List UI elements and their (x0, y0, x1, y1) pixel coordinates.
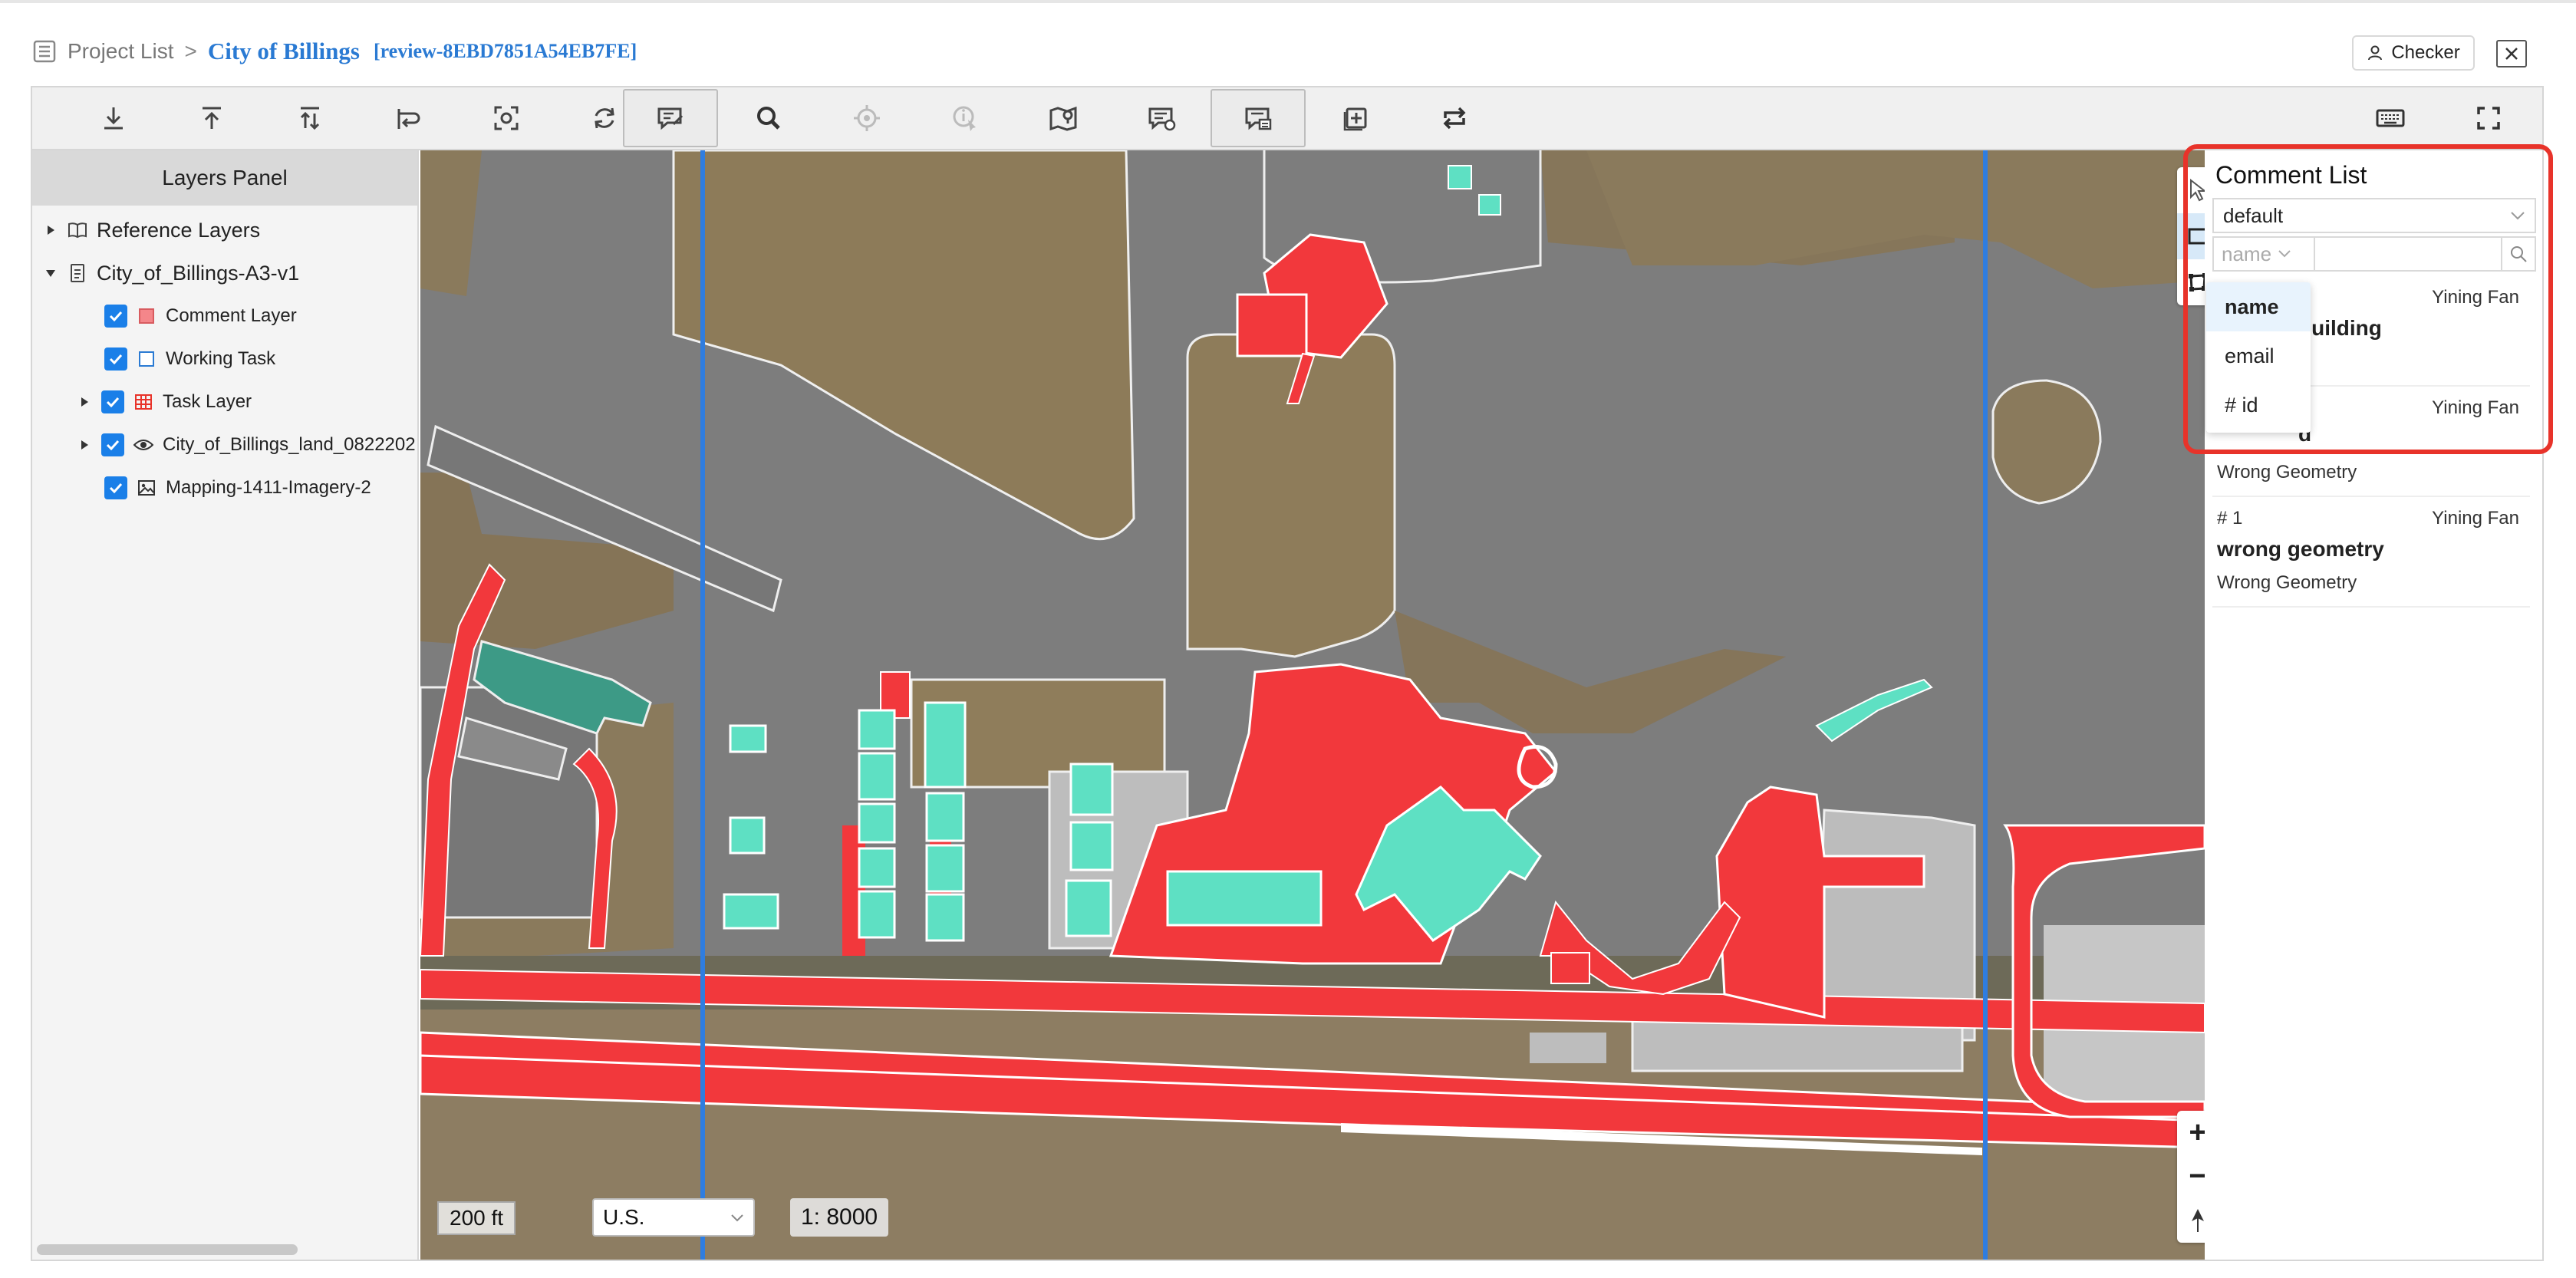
layer-imagery[interactable]: Mapping-1411-Imagery-2 (104, 469, 371, 506)
redirect-icon (397, 109, 420, 129)
focus-capture-icon (494, 106, 519, 130)
units-value: U.S. (603, 1205, 645, 1229)
layer-task[interactable]: Task Layer (77, 384, 252, 420)
close-button[interactable] (2496, 40, 2527, 68)
comment-list-button[interactable] (1114, 89, 1209, 147)
edit-comment-button[interactable] (623, 89, 718, 147)
layer-comment[interactable]: Comment Layer (104, 298, 297, 334)
layer-label: City_of_Billings_land_0822202 (163, 434, 416, 455)
comment-card[interactable]: # 1 Yining Fan wrong geometry Wrong Geom… (2212, 499, 2530, 608)
search-icon (757, 107, 780, 130)
layer-label: Mapping-1411-Imagery-2 (166, 477, 371, 498)
units-select[interactable]: U.S. (592, 1198, 755, 1237)
breadcrumb-separator: > (184, 39, 197, 63)
download-icon (104, 107, 123, 130)
merge-upload-icon (300, 107, 320, 130)
comment-type: Wrong Geometry (2217, 462, 2357, 483)
layer-checkbox[interactable] (101, 433, 124, 456)
image-icon (137, 478, 156, 498)
map-marker-button[interactable] (1016, 89, 1111, 147)
layers-panel-title: Layers Panel (32, 150, 417, 206)
layers-panel-scrollbar[interactable] (37, 1244, 298, 1255)
layer-group-city[interactable]: City_of_Billings-A3-v1 (43, 255, 299, 292)
keyboard-icon (2376, 109, 2405, 127)
layer-checkbox[interactable] (104, 305, 127, 328)
zoom-in-button[interactable]: + (2177, 1111, 2205, 1154)
upload-icon (203, 107, 221, 129)
scale-ratio: 1: 8000 (790, 1198, 889, 1237)
checker-label: Checker (2391, 42, 2460, 63)
refresh-icon (595, 107, 614, 129)
comment-id: # 1 (2217, 508, 2243, 529)
caret-right-icon[interactable] (77, 437, 92, 453)
upload-button[interactable] (164, 89, 259, 147)
window-top-border (0, 0, 2576, 3)
locate-button[interactable] (819, 89, 914, 147)
breadcrumb: Project List > City of Billings [review-… (32, 31, 637, 72)
zoom-out-button[interactable]: − (2177, 1154, 2205, 1198)
user-icon (2368, 45, 2383, 61)
layer-label: Task Layer (163, 391, 252, 412)
caret-right-icon[interactable] (77, 394, 92, 410)
comment-type: Wrong Geometry (2217, 572, 2357, 593)
layer-checkbox[interactable] (101, 390, 124, 413)
compass-button[interactable] (2177, 1198, 2205, 1242)
add-layer-icon (1343, 107, 1367, 131)
layer-city-land[interactable]: City_of_Billings_land_0822202 (77, 427, 416, 463)
fullscreen-button[interactable] (2441, 89, 2536, 147)
swap-button[interactable] (1407, 89, 1502, 147)
layers-panel: Layers Panel Reference Layers City_of_Bi… (32, 150, 419, 1260)
comment-layer-swatch-icon (137, 306, 156, 326)
eye-icon (133, 435, 153, 455)
caret-down-icon[interactable] (43, 265, 58, 281)
comment-panel-button[interactable] (1211, 89, 1306, 147)
comment-list-icon (1148, 107, 1176, 131)
comment-panel-icon (1245, 107, 1272, 130)
redirect-button[interactable] (361, 89, 456, 147)
comment-user: Yining Fan (2432, 508, 2519, 529)
checker-button[interactable]: Checker (2352, 35, 2475, 71)
layer-working-task[interactable]: Working Task (104, 341, 275, 377)
aerial-imagery (420, 150, 2205, 1260)
document-icon (68, 263, 87, 283)
scale-bar: 200 ft (437, 1201, 516, 1235)
working-task-swatch-icon (137, 349, 156, 369)
download-button[interactable] (66, 89, 161, 147)
chevron-down-icon (731, 1214, 743, 1222)
book-icon (68, 220, 87, 240)
review-id: [review-8EBD7851A54EB7FE] (373, 40, 637, 62)
north-arrow-icon (2192, 1208, 2204, 1232)
caret-right-icon[interactable] (43, 222, 58, 238)
identify-button[interactable] (917, 89, 1013, 147)
grid-table-icon (133, 392, 153, 412)
identify-icon (953, 106, 976, 131)
project-list-icon[interactable] (32, 39, 57, 64)
layer-checkbox[interactable] (104, 347, 127, 371)
edit-comment-icon (657, 107, 684, 130)
close-icon (2505, 48, 2518, 60)
map-canvas[interactable]: + − 200 ft U.S. 1: 8000 (420, 150, 2205, 1260)
layer-group-reference[interactable]: Reference Layers (43, 212, 260, 249)
layer-label: Working Task (166, 348, 276, 369)
search-button[interactable] (721, 89, 816, 147)
map-marker-icon (1049, 106, 1077, 131)
merge-upload-button[interactable] (262, 89, 357, 147)
comment-title: wrong geometry (2217, 537, 2384, 561)
layer-checkbox[interactable] (104, 476, 127, 499)
project-name[interactable]: City of Billings (208, 38, 360, 65)
layer-group-label: Reference Layers (97, 218, 261, 242)
zoom-controls: + − (2177, 1111, 2205, 1243)
add-layer-button[interactable] (1309, 89, 1404, 147)
project-list-link[interactable]: Project List (68, 39, 174, 64)
focus-capture-button[interactable] (459, 89, 554, 147)
keyboard-button[interactable] (2343, 89, 2438, 147)
layer-group-label: City_of_Billings-A3-v1 (97, 261, 300, 285)
toolbar (32, 87, 2542, 150)
locate-icon (854, 105, 880, 131)
swap-icon (1443, 107, 1466, 130)
layer-label: Comment Layer (166, 305, 297, 326)
highlight-annotation (2183, 144, 2553, 454)
review-app: Layers Panel Reference Layers City_of_Bi… (31, 86, 2544, 1261)
fullscreen-icon (2477, 107, 2500, 130)
